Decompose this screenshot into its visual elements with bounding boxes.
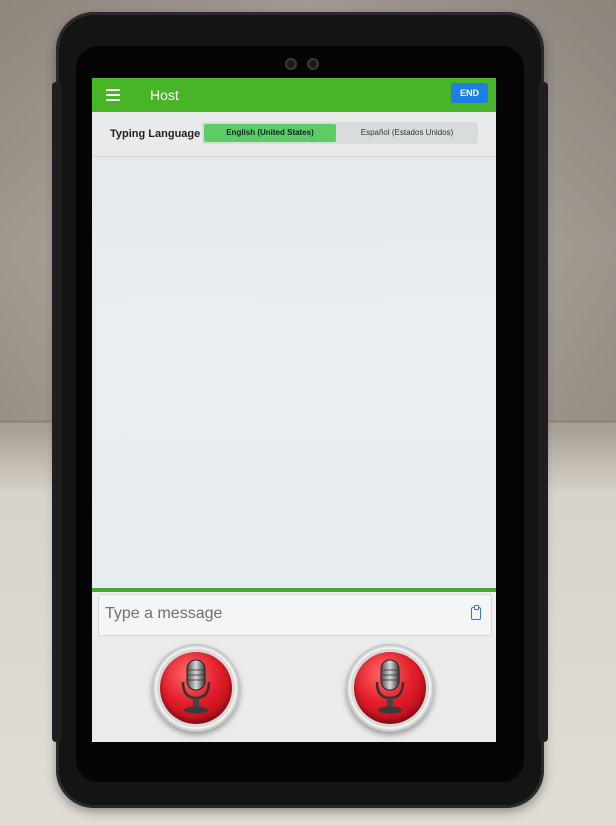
- camera-lens: [285, 58, 297, 70]
- microphone-button-right[interactable]: [346, 644, 434, 732]
- language-toggle: English (United States) Español (Estados…: [202, 122, 478, 144]
- message-composer: [98, 594, 492, 636]
- tablet-bumper-right: [538, 82, 548, 742]
- typing-language-label: Typing Language: [110, 128, 201, 140]
- app-bar: Host END: [92, 78, 496, 112]
- microphone-row: [92, 636, 496, 742]
- app-title: Host: [150, 87, 179, 103]
- typing-language-bar: Typing Language English (United States) …: [92, 112, 496, 157]
- conversation-area[interactable]: [92, 157, 496, 588]
- message-input[interactable]: [103, 601, 447, 627]
- language-option-english[interactable]: English (United States): [204, 124, 336, 142]
- hamburger-menu-icon[interactable]: [106, 89, 120, 101]
- tablet-bumper-left: [52, 82, 62, 742]
- microphone-icon: [375, 659, 405, 714]
- camera-sensor: [307, 58, 319, 70]
- language-option-spanish[interactable]: Español (Estados Unidos): [340, 124, 474, 142]
- composer-divider: [92, 588, 496, 592]
- front-camera: [283, 56, 327, 74]
- end-button[interactable]: END: [450, 83, 488, 103]
- app-screen: Host END Typing Language English (United…: [92, 78, 496, 742]
- microphone-button-left[interactable]: [152, 644, 240, 732]
- microphone-icon: [181, 659, 211, 714]
- clipboard-icon[interactable]: [471, 605, 481, 620]
